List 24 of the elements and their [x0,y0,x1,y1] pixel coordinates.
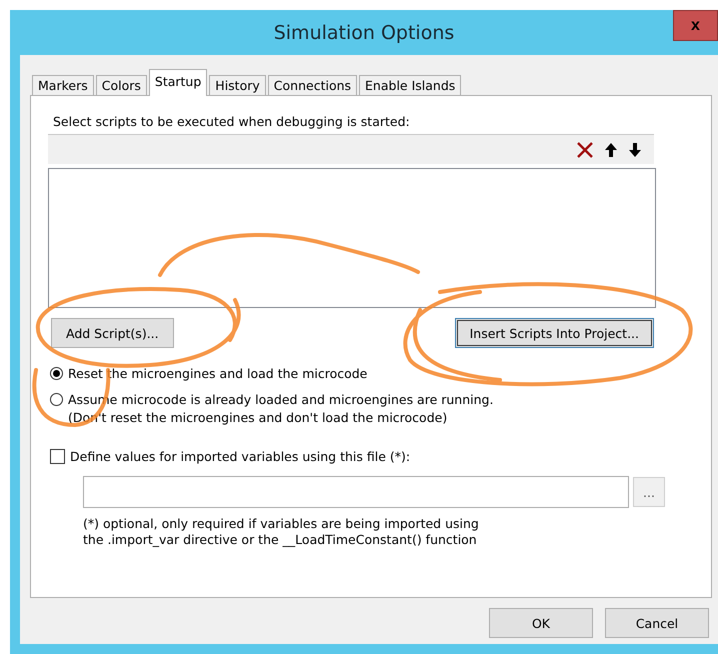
close-button[interactable]: x [673,10,718,41]
file-path-field[interactable] [83,476,629,508]
delete-icon[interactable] [576,140,594,158]
window-title: Simulation Options [274,22,454,44]
checkbox[interactable] [50,449,65,464]
tab[interactable]: Colors [96,75,147,95]
radio-button[interactable] [50,367,63,380]
instruction-label: Select scripts to be executed when debugging is started: [53,114,411,129]
dialog-button[interactable]: Cancel [605,608,709,638]
tab[interactable]: History [209,75,266,95]
tab[interactable]: Startup [148,69,208,96]
arrow-up-icon[interactable] [604,142,618,158]
radio-button[interactable] [50,393,63,406]
tab[interactable]: Connections [268,75,358,95]
dialog-button[interactable]: OK [489,608,593,638]
note-text: (*) optional, only required if variables are being imported using [83,516,480,531]
insert-scripts-button[interactable]: Insert Scripts Into Project... [454,318,654,348]
arrow-down-icon[interactable] [628,142,642,158]
browse-button[interactable]: ... [633,477,665,507]
note-text: the .import_var directive or the __LoadTimeConstant() function [83,532,478,547]
tab[interactable]: Enable Islands [359,75,462,95]
checkbox-label: Define values for imported variables using this file (*): [70,449,410,464]
add-scripts-button[interactable]: Add Script(s)... [51,318,174,348]
tab[interactable]: Markers [32,75,94,95]
